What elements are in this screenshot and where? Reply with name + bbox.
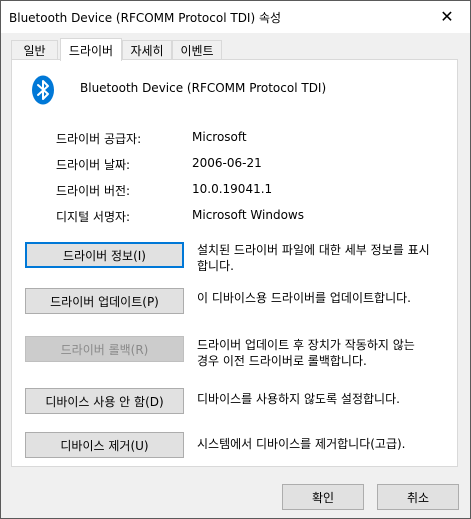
cancel-button[interactable]: 취소 <box>377 484 459 510</box>
driver-provider-value: Microsoft <box>192 130 247 144</box>
button-label: 취소 <box>406 490 430 505</box>
driver-date-value: 2006-06-21 <box>192 156 262 170</box>
driver-provider-label: 드라이버 공급자: <box>56 132 142 146</box>
tab-label: 드라이버 <box>68 43 114 58</box>
button-label: 드라이버 롤백(R) <box>60 342 149 357</box>
description-line: 설치된 드라이버 파일에 대한 세부 정보를 표시 <box>197 243 430 257</box>
tab-driver[interactable]: 드라이버 <box>60 38 122 61</box>
description-line: 합니다. <box>197 259 234 273</box>
disable-device-description: 디바이스를 사용하지 않도록 설정합니다. <box>197 391 447 407</box>
tab-label: 일반 <box>23 43 46 58</box>
uninstall-device-button[interactable]: 디바이스 제거(U) <box>25 432 184 458</box>
device-name: Bluetooth Device (RFCOMM Protocol TDI) <box>80 81 327 95</box>
tab-label: 자세히 <box>130 43 164 58</box>
description-line: 이 디바이스용 드라이버를 업데이트합니다. <box>197 291 411 305</box>
digital-signer-label: 디지털 서명자: <box>56 210 131 224</box>
button-label: 디바이스 사용 안 함(D) <box>45 394 164 409</box>
tab-details[interactable]: 자세히 <box>122 40 172 59</box>
button-label: 드라이버 정보(I) <box>63 248 146 263</box>
bluetooth-icon <box>32 75 54 105</box>
button-label: 드라이버 업데이트(P) <box>50 294 159 309</box>
tab-events[interactable]: 이벤트 <box>172 40 222 59</box>
driver-details-description: 설치된 드라이버 파일에 대한 세부 정보를 표시 합니다. <box>197 242 447 274</box>
description-line: 드라이버 업데이트 후 장치가 작동하지 않는 <box>197 338 415 352</box>
close-icon: ✕ <box>440 6 454 26</box>
driver-version-label: 드라이버 버전: <box>56 184 131 198</box>
uninstall-device-description: 시스템에서 디바이스를 제거합니다(고급). <box>197 436 447 452</box>
driver-tab-panel: Bluetooth Device (RFCOMM Protocol TDI) 드… <box>11 59 458 467</box>
tab-label: 이벤트 <box>180 43 214 58</box>
button-label: 디바이스 제거(U) <box>60 438 149 453</box>
description-line: 경우 이전 드라이버로 롤백합니다. <box>197 354 367 368</box>
window-title: Bluetooth Device (RFCOMM Protocol TDI) 속… <box>9 11 282 25</box>
description-line: 디바이스를 사용하지 않도록 설정합니다. <box>197 392 400 406</box>
rollback-driver-button[interactable]: 드라이버 롤백(R) <box>25 336 184 362</box>
disable-device-button[interactable]: 디바이스 사용 안 함(D) <box>25 388 184 414</box>
driver-date-label: 드라이버 날짜: <box>56 158 131 172</box>
rollback-driver-description: 드라이버 업데이트 후 장치가 작동하지 않는 경우 이전 드라이버로 롤백합니… <box>197 337 447 369</box>
driver-details-button[interactable]: 드라이버 정보(I) <box>25 242 184 268</box>
tab-general[interactable]: 일반 <box>11 40 58 59</box>
update-driver-button[interactable]: 드라이버 업데이트(P) <box>25 288 184 314</box>
close-button[interactable]: ✕ <box>424 1 470 31</box>
properties-dialog: Bluetooth Device (RFCOMM Protocol TDI) 속… <box>0 0 471 519</box>
title-bar[interactable]: Bluetooth Device (RFCOMM Protocol TDI) 속… <box>1 1 470 33</box>
description-line: 시스템에서 디바이스를 제거합니다(고급). <box>197 437 406 451</box>
driver-version-value: 10.0.19041.1 <box>192 182 273 196</box>
ok-button[interactable]: 확인 <box>282 484 364 510</box>
digital-signer-value: Microsoft Windows <box>192 208 304 222</box>
button-label: 확인 <box>311 490 335 505</box>
update-driver-description: 이 디바이스용 드라이버를 업데이트합니다. <box>197 290 447 306</box>
